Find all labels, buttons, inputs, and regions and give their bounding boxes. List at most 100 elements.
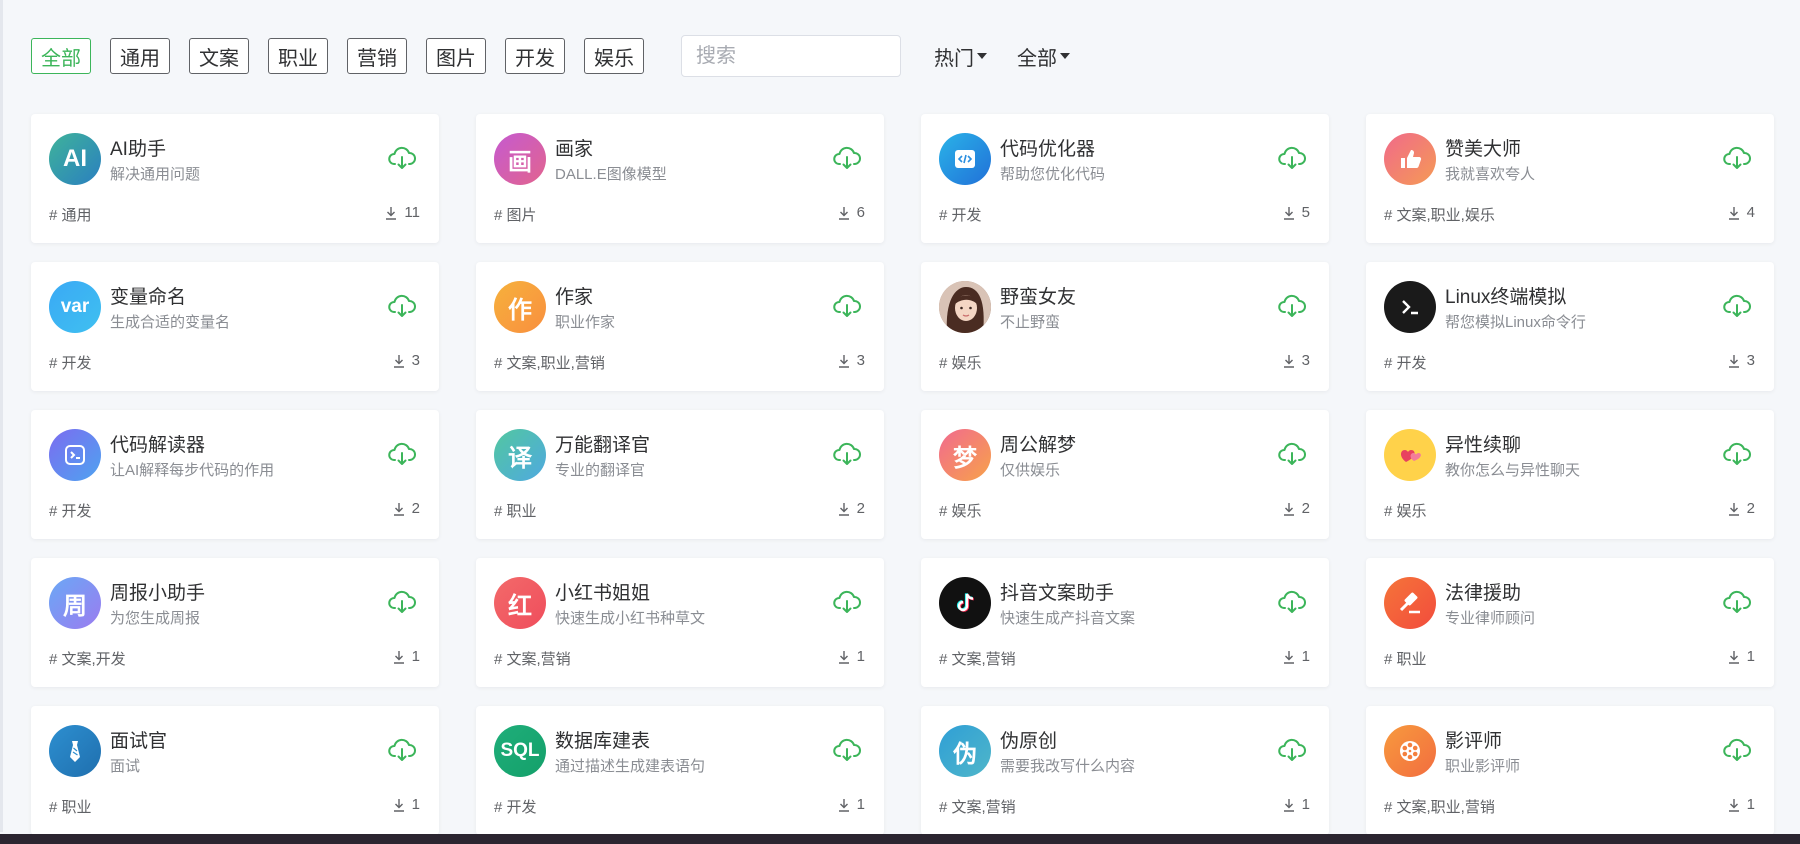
prompt-card[interactable]: Linux终端模拟帮您模拟Linux命令行 # 开发 3 (1366, 262, 1774, 391)
prompt-card[interactable]: 赞美大师 我就喜欢夸人 # 文案,职业,娱乐 4 (1366, 114, 1774, 243)
cloud-download-icon[interactable] (387, 441, 417, 467)
card-title: 万能翻译官 (555, 435, 651, 456)
prompt-card[interactable]: 译万能翻译官 专业的翻译官 # 职业 2 (476, 410, 884, 539)
caret-down-icon (977, 53, 987, 59)
card-tags: # 文案,营销 (494, 651, 571, 668)
download-icon (1283, 354, 1302, 368)
card-description: 仅供娱乐 (1000, 462, 1061, 479)
card-title: 伪原创 (1000, 731, 1058, 752)
prompt-card[interactable]: 代码优化器 帮助您优化代码 # 开发 5 (921, 114, 1329, 243)
prompt-card[interactable]: 影评师 职业影评师 # 文案,职业,营销 1 (1366, 706, 1774, 835)
download-icon (838, 798, 857, 812)
prompt-card[interactable]: 异性续聊 教你怎么与异性聊天 # 娱乐 2 (1366, 410, 1774, 539)
cloud-download-icon[interactable] (387, 145, 417, 171)
cloud-download-icon[interactable] (1722, 589, 1752, 615)
card-title: 代码优化器 (1000, 139, 1096, 160)
download-count-value: 2 (856, 500, 865, 517)
card-tags: # 开发 (1384, 355, 1427, 372)
card-tags: # 开发 (49, 503, 92, 520)
cloud-download-icon[interactable] (1722, 441, 1752, 467)
download-icon (838, 650, 857, 664)
cloud-download-icon[interactable] (1722, 145, 1752, 171)
download-count-value: 3 (1746, 352, 1755, 369)
download-count-value: 1 (856, 648, 865, 665)
card-title: 代码解读器 (110, 435, 206, 456)
download-count-value: 1 (1746, 648, 1755, 665)
card-title: 异性续聊 (1445, 435, 1522, 456)
download-count: 2 (838, 500, 865, 517)
card-tags: # 文案,职业,营销 (1384, 799, 1495, 816)
category-filter-button[interactable]: 文案 (189, 38, 249, 74)
prompt-card[interactable]: AI AI助手 解决通用问题 # 通用 11 (31, 114, 439, 243)
card-tags: # 文案,营销 (939, 651, 1016, 668)
cloud-download-icon[interactable] (1277, 293, 1307, 319)
prompt-card[interactable]: 代码解读器 让AI解释每步代码的作用 # 开发 2 (31, 410, 439, 539)
writer-avatar: 作 (494, 281, 546, 333)
card-title: 画家 (555, 139, 594, 160)
prompt-card[interactable]: 法律援助 专业律师顾问 # 职业 1 (1366, 558, 1774, 687)
download-count-value: 5 (1301, 204, 1310, 221)
download-icon (393, 502, 412, 516)
download-count-value: 3 (411, 352, 420, 369)
console-icon (49, 429, 101, 481)
prompt-card[interactable]: SQL 数据库建表 通过描述生成建表语句 # 开发 1 (476, 706, 884, 835)
download-count-value: 1 (856, 796, 865, 813)
cloud-download-icon[interactable] (832, 145, 862, 171)
card-title: Linux终端模拟 (1445, 287, 1567, 308)
cloud-download-icon[interactable] (832, 737, 862, 763)
cloud-download-icon[interactable] (387, 589, 417, 615)
prompt-card[interactable]: 野蛮女友 不止野蛮 # 娱乐 3 (921, 262, 1329, 391)
cloud-download-icon[interactable] (1277, 441, 1307, 467)
download-count: 1 (1728, 648, 1755, 665)
cloud-download-icon[interactable] (387, 293, 417, 319)
download-icon (393, 798, 412, 812)
category-filter-button[interactable]: 娱乐 (584, 38, 644, 74)
card-title: 周公解梦 (1000, 435, 1077, 456)
download-count: 2 (1728, 500, 1755, 517)
category-filter-button[interactable]: 图片 (426, 38, 486, 74)
card-description: 教你怎么与异性聊天 (1445, 462, 1581, 479)
download-count-value: 1 (411, 796, 420, 813)
download-icon (1283, 206, 1302, 220)
prompt-card[interactable]: 面试官 面试 # 职业 1 (31, 706, 439, 835)
prompt-card[interactable]: 红小红书姐姐 快速生成小红书种草文 # 文案,营销 1 (476, 558, 884, 687)
download-icon (838, 354, 857, 368)
card-description: 帮您模拟Linux命令行 (1445, 314, 1586, 331)
download-icon (1728, 206, 1747, 220)
card-title: AI助手 (110, 139, 166, 160)
cloud-download-icon[interactable] (1722, 737, 1752, 763)
cloud-download-icon[interactable] (832, 589, 862, 615)
cloud-download-icon[interactable] (1277, 589, 1307, 615)
dream-avatar: 梦 (939, 429, 991, 481)
sort-dropdown[interactable]: 热门 (934, 42, 987, 71)
category-filter-button[interactable]: 通用 (110, 38, 170, 74)
prompt-card[interactable]: 伪伪原创 需要我改写什么内容 # 文案,营销 1 (921, 706, 1329, 835)
prompt-card[interactable]: 作作家 职业作家 # 文案,职业,营销 3 (476, 262, 884, 391)
category-filter-button[interactable]: 职业 (268, 38, 328, 74)
prompt-card[interactable]: var 变量命名 生成合适的变量名 # 开发 3 (31, 262, 439, 391)
download-count-value: 3 (1301, 352, 1310, 369)
category-filter-button[interactable]: 全部 (31, 38, 91, 74)
download-count: 1 (1283, 648, 1310, 665)
cloud-download-icon[interactable] (1722, 293, 1752, 319)
cloud-download-icon[interactable] (387, 737, 417, 763)
search-input[interactable] (681, 35, 901, 77)
cloud-download-icon[interactable] (1277, 145, 1307, 171)
tie-icon (49, 725, 101, 777)
prompt-card[interactable]: 画画家 DALL.E图像模型 # 图片 6 (476, 114, 884, 243)
card-description: 解决通用问题 (110, 166, 201, 183)
cloud-download-icon[interactable] (832, 293, 862, 319)
prompt-card[interactable]: 周周报小助手 为您生成周报 # 文案,开发 1 (31, 558, 439, 687)
cloud-download-icon[interactable] (832, 441, 862, 467)
cloud-download-icon[interactable] (1277, 737, 1307, 763)
category-filter-button[interactable]: 营销 (347, 38, 407, 74)
card-description: DALL.E图像模型 (555, 166, 667, 183)
card-description: 专业律师顾问 (1445, 610, 1536, 627)
card-description: 帮助您优化代码 (1000, 166, 1106, 183)
download-icon (385, 206, 404, 220)
download-count: 5 (1283, 204, 1310, 221)
category-filter-button[interactable]: 开发 (505, 38, 565, 74)
scope-dropdown[interactable]: 全部 (1017, 42, 1070, 71)
prompt-card[interactable]: 抖音文案助手 快速生成产抖音文案 # 文案,营销 1 (921, 558, 1329, 687)
prompt-card[interactable]: 梦周公解梦 仅供娱乐 # 娱乐 2 (921, 410, 1329, 539)
